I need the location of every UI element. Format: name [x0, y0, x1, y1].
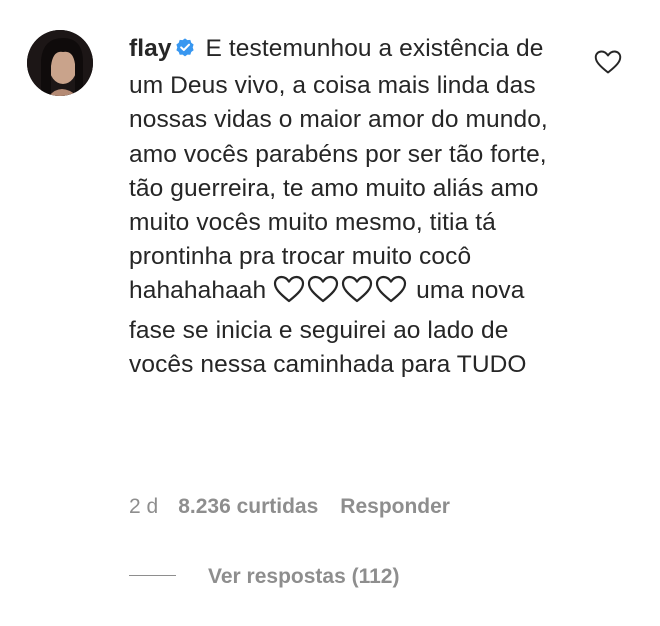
heart-outline-icon	[273, 275, 305, 313]
avatar[interactable]	[27, 30, 93, 96]
heart-outline-icon	[594, 50, 622, 74]
comment: flay E testemunhou a existência de um De…	[0, 0, 660, 626]
like-button[interactable]	[594, 49, 622, 75]
heart-outline-icon	[341, 275, 373, 313]
replies-divider	[129, 575, 176, 576]
heart-outline-icon	[307, 275, 339, 313]
likes-count-button[interactable]: 8.236 curtidas	[178, 495, 318, 518]
view-replies-button[interactable]: Ver respostas (112)	[129, 563, 399, 591]
comment-text: E testemunhou a existência de um Deus vi…	[129, 35, 548, 305]
comment-body: flay E testemunhou a existência de um De…	[129, 32, 569, 382]
verified-badge-icon	[174, 35, 196, 69]
avatar-photo	[27, 30, 93, 96]
comment-meta: 2 d 8.236 curtidas Responder	[129, 493, 472, 521]
reply-button[interactable]: Responder	[340, 495, 450, 518]
heart-outline-icon	[375, 275, 407, 313]
username-link[interactable]: flay	[129, 35, 172, 62]
view-replies-label: Ver respostas (112)	[208, 565, 400, 588]
comment-time[interactable]: 2 d	[129, 495, 158, 518]
